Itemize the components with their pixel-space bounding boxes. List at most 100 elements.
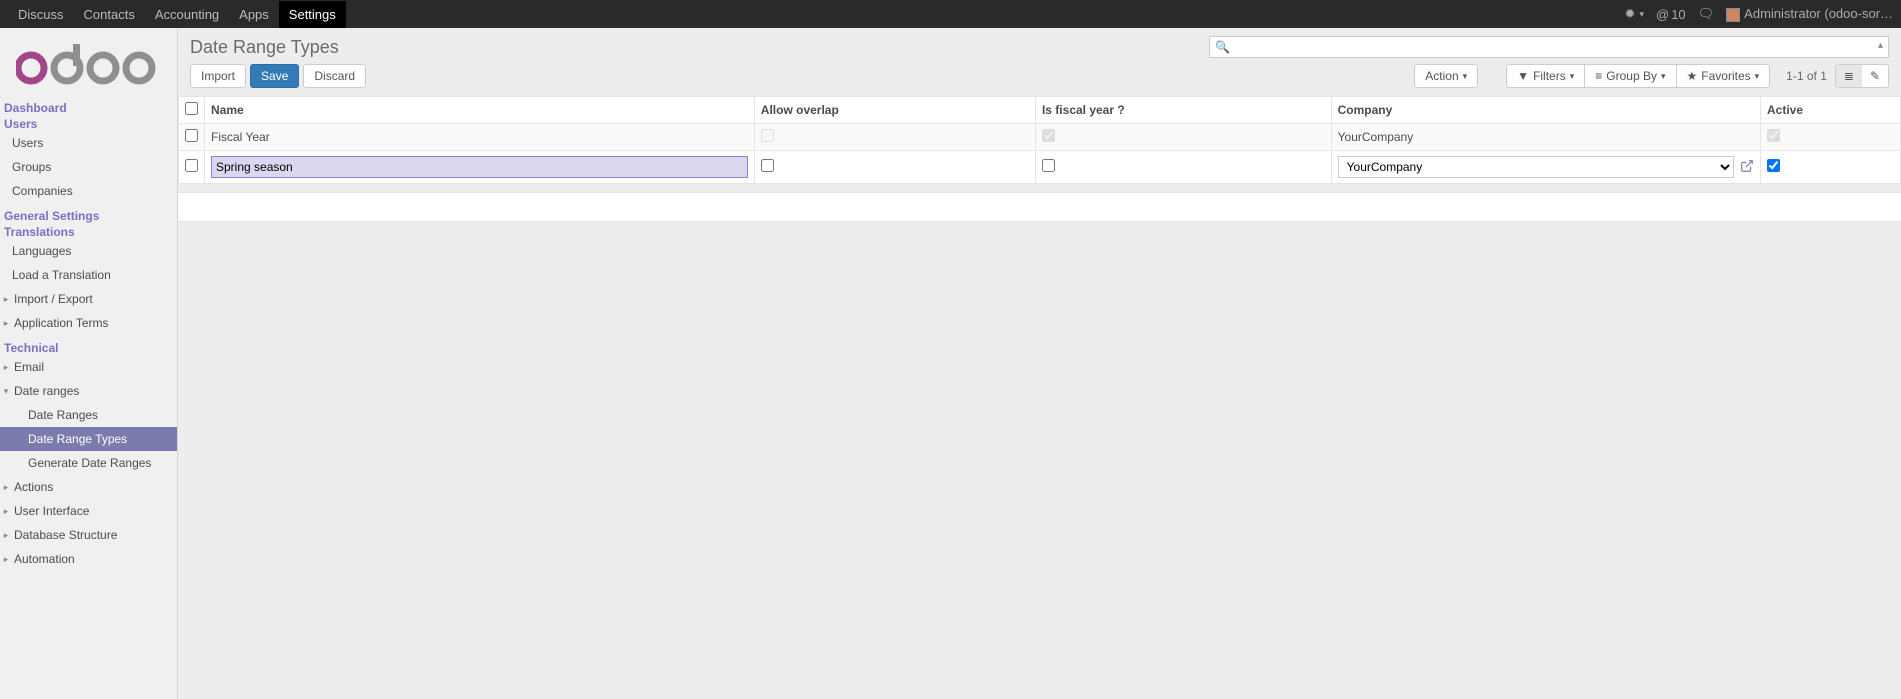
col-company[interactable]: Company (1331, 97, 1760, 124)
bug-icon: ✹ (1625, 6, 1636, 22)
col-name[interactable]: Name (205, 97, 755, 124)
cell-allow-overlap (754, 124, 1035, 151)
sidebar-section-dashboard[interactable]: Dashboard (0, 99, 177, 115)
form-view-button[interactable]: ✎ (1862, 65, 1888, 87)
cell-name[interactable]: Fiscal Year (205, 124, 755, 151)
sidebar-item-database-structure[interactable]: ▸ Database Structure (0, 523, 177, 547)
nav-accounting[interactable]: Accounting (145, 1, 229, 28)
sidebar-item-label: Email (14, 360, 44, 374)
sidebar-section-users[interactable]: Users (0, 115, 177, 131)
search-icon: 🔍 (1215, 40, 1230, 54)
company-select[interactable]: YourCompany (1338, 156, 1734, 178)
chevron-down-icon: ▾ (1463, 71, 1468, 82)
sidebar-item-date-ranges[interactable]: Date Ranges (0, 403, 177, 427)
chevron-right-icon: ▸ (2, 318, 10, 329)
groupby-dropdown[interactable]: ≡ Group By ▾ (1584, 64, 1675, 88)
conversations-icon[interactable]: 🗨 (1698, 6, 1715, 22)
cell-is-fiscal-year[interactable] (1035, 151, 1331, 184)
sidebar-item-users[interactable]: Users (0, 131, 177, 155)
cell-active (1761, 124, 1901, 151)
discard-button[interactable]: Discard (303, 64, 366, 88)
list-view-button[interactable]: ≣ (1836, 65, 1862, 87)
sidebar-section-general-settings[interactable]: General Settings (0, 207, 177, 223)
sidebar-section-translations[interactable]: Translations (0, 223, 177, 239)
groupby-label: Group By (1606, 69, 1657, 83)
select-all-checkbox[interactable] (185, 102, 198, 115)
chevron-right-icon: ▸ (2, 506, 10, 517)
list-view-icon: ≣ (1844, 69, 1854, 83)
nav-contacts[interactable]: Contacts (74, 1, 145, 28)
sidebar-item-email[interactable]: ▸Email (0, 355, 177, 379)
mentions-indicator[interactable]: @10 (1656, 7, 1686, 22)
table-row[interactable]: Fiscal Year YourCompany (179, 124, 1901, 151)
favorites-label: Favorites (1701, 69, 1750, 83)
search-input[interactable] (1209, 36, 1889, 58)
search-collapse-icon[interactable]: ▴ (1878, 40, 1883, 51)
nav-right: ✹▾ @10 🗨 Administrator (odoo-sor… (1625, 6, 1893, 22)
nav-apps[interactable]: Apps (229, 1, 279, 28)
sidebar-item-load-translation[interactable]: Load a Translation (0, 263, 177, 287)
chevron-right-icon: ▸ (2, 294, 10, 305)
chevron-down-icon: ▾ (1755, 71, 1760, 82)
chevron-down-icon: ▾ (1661, 71, 1666, 82)
row-select-checkbox[interactable] (185, 129, 198, 142)
toolbar: Import Save Discard Action ▾ ▼ Filters ▾… (178, 62, 1901, 96)
list-icon: ≡ (1595, 69, 1602, 83)
cell-allow-overlap[interactable] (754, 151, 1035, 184)
sidebar-item-label: Database Structure (14, 528, 117, 542)
sidebar-section-technical[interactable]: Technical (0, 339, 177, 355)
odoo-logo-icon (16, 42, 156, 86)
sidebar-item-label: Application Terms (14, 316, 109, 330)
sidebar-item-actions[interactable]: ▸ Actions (0, 475, 177, 499)
at-icon: @ (1656, 7, 1669, 22)
sidebar-item-languages[interactable]: Languages (0, 239, 177, 263)
sidebar-item-label: Date ranges (14, 384, 79, 398)
debug-menu[interactable]: ✹▾ (1625, 6, 1644, 22)
sidebar-item-label: Import / Export (14, 292, 93, 306)
allow-overlap-checkbox[interactable] (761, 159, 774, 172)
col-is-fiscal-year[interactable]: Is fiscal year ? (1035, 97, 1331, 124)
chevron-right-icon: ▸ (2, 530, 10, 541)
action-dropdown[interactable]: Action ▾ (1414, 64, 1478, 88)
active-checkbox[interactable] (1767, 159, 1780, 172)
sidebar-item-generate-date-ranges[interactable]: Generate Date Ranges (0, 451, 177, 475)
import-button[interactable]: Import (190, 64, 246, 88)
cell-name-editing[interactable] (205, 151, 755, 184)
user-menu[interactable]: Administrator (odoo-sor… (1726, 6, 1893, 22)
content: Date Range Types 🔍 ▴ Import Save Discard… (178, 28, 1901, 699)
cell-company[interactable]: YourCompany (1331, 124, 1760, 151)
nav-discuss[interactable]: Discuss (8, 1, 74, 28)
sidebar-item-automation[interactable]: ▸Automation (0, 547, 177, 571)
sidebar-item-import-export[interactable]: ▸ Import / Export (0, 287, 177, 311)
col-active[interactable]: Active (1761, 97, 1901, 124)
favorites-dropdown[interactable]: ★ Favorites ▾ (1676, 64, 1771, 88)
view-switcher: ≣ ✎ (1835, 64, 1889, 88)
sidebar-item-companies[interactable]: Companies (0, 179, 177, 203)
row-select-checkbox[interactable] (185, 159, 198, 172)
sidebar-item-date-ranges-parent[interactable]: ▾Date ranges (0, 379, 177, 403)
mentions-count: 10 (1671, 7, 1685, 22)
filters-dropdown[interactable]: ▼ Filters ▾ (1506, 64, 1584, 88)
sidebar-item-date-range-types[interactable]: Date Range Types (0, 427, 177, 451)
table-footer (178, 192, 1901, 222)
external-link-icon[interactable] (1740, 159, 1754, 176)
data-table: Name Allow overlap Is fiscal year ? Comp… (178, 96, 1901, 184)
sidebar-item-application-terms[interactable]: ▸ Application Terms (0, 311, 177, 335)
cell-active[interactable] (1761, 151, 1901, 184)
logo (0, 28, 177, 95)
nav-left: Discuss Contacts Accounting Apps Setting… (8, 1, 346, 28)
sidebar-item-groups[interactable]: Groups (0, 155, 177, 179)
chevron-right-icon: ▸ (2, 482, 10, 493)
nav-settings[interactable]: Settings (279, 1, 346, 28)
sidebar-item-user-interface[interactable]: ▸User Interface (0, 499, 177, 523)
user-label: Administrator (odoo-sor… (1744, 6, 1893, 21)
avatar (1726, 8, 1740, 22)
col-allow-overlap[interactable]: Allow overlap (754, 97, 1035, 124)
is-fiscal-year-checkbox[interactable] (1042, 159, 1055, 172)
name-input[interactable] (211, 156, 748, 178)
sidebar-item-label: Actions (14, 480, 53, 494)
allow-overlap-checkbox (761, 129, 774, 142)
save-button[interactable]: Save (250, 64, 299, 88)
cell-company-editing[interactable]: YourCompany (1331, 151, 1760, 184)
table-row[interactable]: YourCompany (179, 151, 1901, 184)
